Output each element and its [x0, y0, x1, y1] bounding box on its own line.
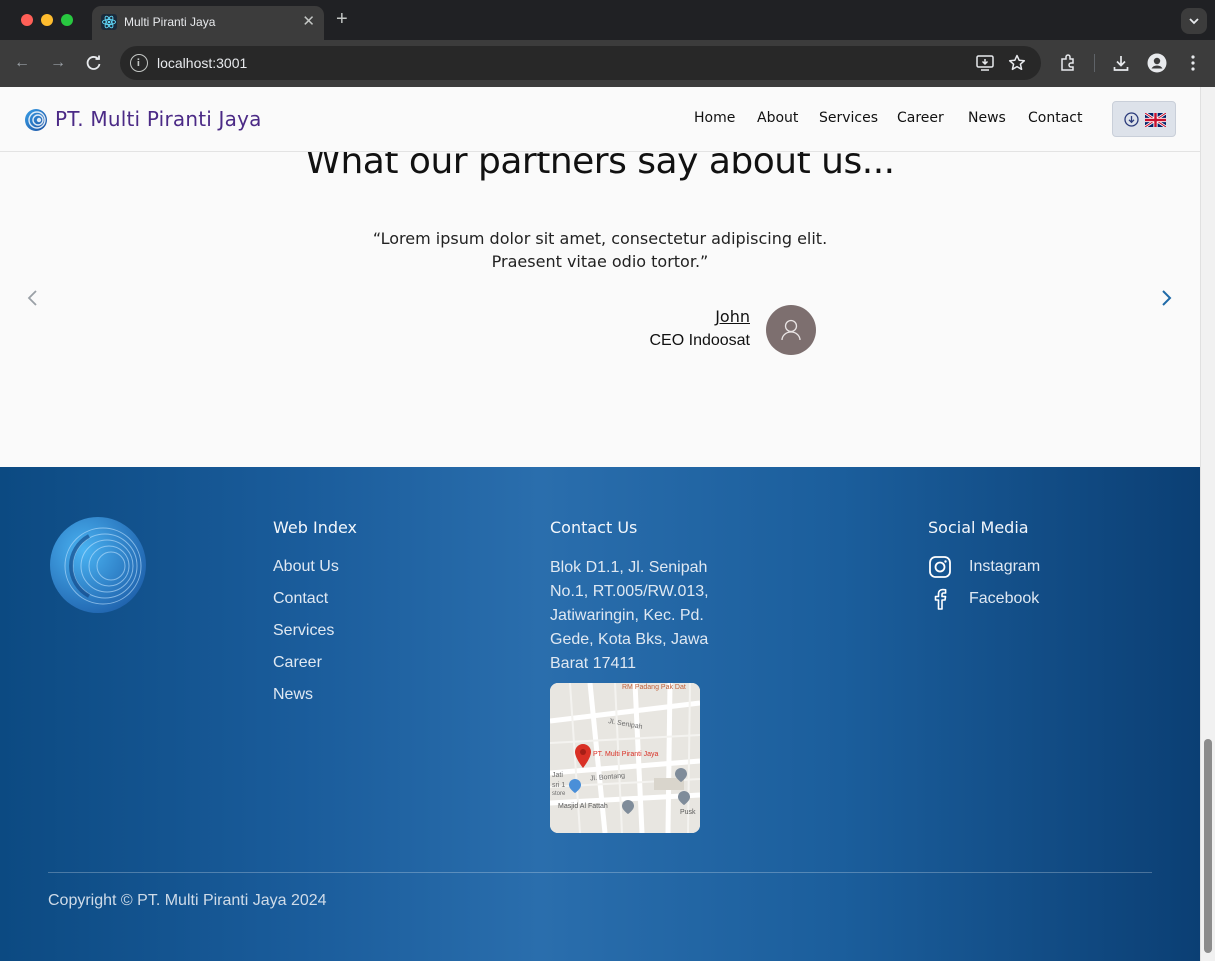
facebook-icon [928, 587, 952, 611]
footer-logo-icon [49, 516, 147, 614]
bookmark-star-icon[interactable] [1007, 53, 1027, 73]
browser-tab-bar: Multi Piranti Jaya ✕ + [0, 0, 1215, 40]
tab-close-icon[interactable]: ✕ [302, 14, 315, 30]
instagram-icon [928, 555, 952, 579]
map-poi-icon [622, 800, 634, 819]
facebook-label: Facebook [969, 590, 1040, 607]
copyright-text: Copyright © PT. Multi Piranti Jaya 2024 [48, 892, 327, 909]
map-label: Masjid Al Fattah [558, 803, 608, 810]
company-logo-icon [24, 108, 48, 132]
footer-link-career[interactable]: Career [273, 654, 322, 672]
testimonial-author[interactable]: John [715, 307, 750, 326]
tab-search-button[interactable] [1181, 8, 1207, 34]
uk-flag-icon [1144, 111, 1167, 132]
map-label: sri 1 [552, 782, 566, 789]
carousel-next-icon[interactable] [1160, 286, 1174, 315]
carousel-prev-icon[interactable] [25, 286, 39, 315]
browser-toolbar: ← → localhost:3001 [0, 40, 1215, 87]
install-app-icon[interactable] [975, 53, 995, 73]
map-poi-icon [678, 791, 690, 810]
footer-link-news[interactable]: News [273, 686, 313, 704]
user-icon [781, 319, 801, 341]
reload-button[interactable] [82, 51, 106, 75]
map-label: store [552, 791, 566, 797]
nav-about[interactable]: About [757, 110, 798, 130]
nav-home[interactable]: Home [694, 110, 735, 130]
contact-heading: Contact Us [550, 518, 638, 537]
contact-address: Blok D1.1, Jl. Senipah No.1, RT.005/RW.0… [550, 559, 709, 672]
page-scrollbar[interactable] [1200, 87, 1215, 961]
tab-title: Multi Piranti Jaya [124, 15, 216, 29]
language-switcher-button[interactable] [1112, 101, 1176, 137]
react-favicon-icon [101, 14, 117, 30]
site-header: PT. Multi Piranti Jaya Home About Servic… [0, 87, 1200, 152]
scrollbar-thumb[interactable] [1204, 739, 1212, 953]
avatar [766, 305, 816, 355]
nav-news[interactable]: News [968, 110, 1006, 130]
web-index-heading: Web Index [273, 518, 358, 537]
nav-career[interactable]: Career [897, 110, 944, 130]
map-label: Jati [552, 772, 563, 779]
footer-link-contact[interactable]: Contact [273, 590, 328, 608]
map-poi-icon [569, 779, 581, 798]
url-text: localhost:3001 [157, 55, 248, 71]
back-button[interactable]: ← [10, 51, 34, 75]
minimize-window-button[interactable] [41, 14, 53, 26]
nav-contact[interactable]: Contact [1028, 110, 1082, 130]
browser-tab[interactable]: Multi Piranti Jaya ✕ [92, 6, 324, 40]
page-viewport: PT. Multi Piranti Jaya Home About Servic… [0, 87, 1200, 961]
site-footer: Web Index About Us Contact Services Care… [0, 467, 1200, 961]
maximize-window-button[interactable] [61, 14, 73, 26]
footer-divider [48, 872, 1152, 873]
social-heading: Social Media [928, 518, 1029, 537]
testimonial-role: CEO Indoosat [649, 332, 751, 349]
chevron-down-circle-icon [1124, 112, 1139, 132]
footer-link-about[interactable]: About Us [273, 558, 339, 576]
footer-link-services[interactable]: Services [273, 622, 334, 640]
site-info-icon[interactable] [130, 54, 148, 72]
forward-button[interactable]: → [46, 51, 70, 75]
address-bar[interactable]: localhost:3001 [120, 46, 1041, 80]
location-map[interactable]: RM Padang Pak Dat Jl. Senipah Jl. Bontan… [550, 683, 700, 833]
map-poi-icon [675, 768, 687, 787]
map-place-label: PT. Multi Piranti Jaya [593, 751, 659, 758]
close-window-button[interactable] [21, 14, 33, 26]
instagram-label: Instagram [969, 558, 1041, 575]
map-label: RM Padang Pak Dat [622, 684, 686, 691]
new-tab-button[interactable]: + [336, 9, 348, 29]
map-label: Pusk [680, 809, 696, 816]
extensions-icon[interactable] [1058, 53, 1078, 73]
testimonial-quote: “Lorem ipsum dolor sit amet, consectetur… [372, 229, 828, 271]
browser-menu-icon[interactable] [1183, 53, 1203, 73]
map-pin-icon [575, 744, 591, 773]
nav-services[interactable]: Services [819, 110, 878, 130]
toolbar-divider [1094, 54, 1095, 72]
profile-icon[interactable] [1147, 53, 1167, 73]
downloads-icon[interactable] [1111, 53, 1131, 73]
brand-name: PT. Multi Piranti Jaya [55, 107, 262, 131]
